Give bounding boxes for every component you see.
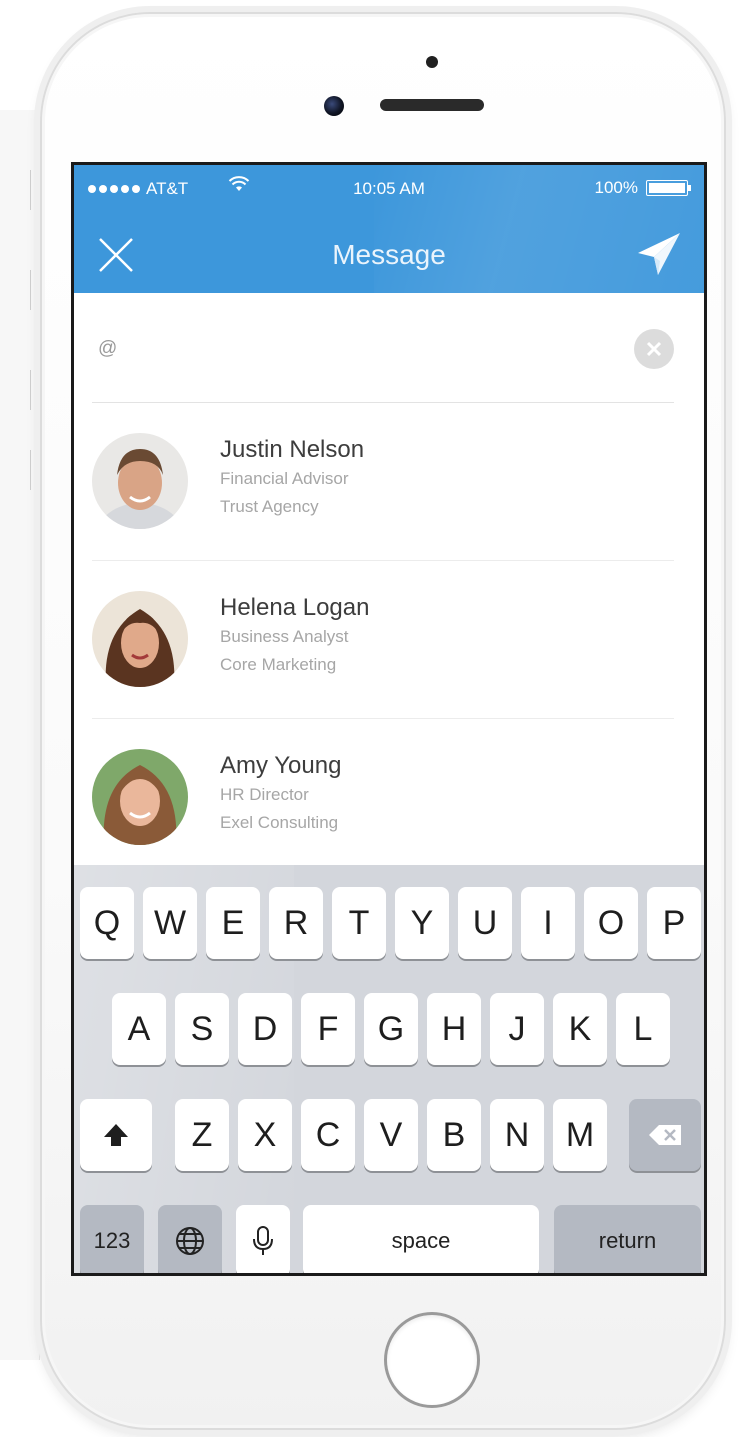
contact-title: HR Director	[220, 785, 309, 804]
key-d[interactable]: D	[238, 993, 292, 1065]
home-button[interactable]	[384, 1312, 480, 1408]
front-camera	[324, 96, 344, 116]
proximity-sensor	[426, 56, 438, 68]
key-s[interactable]: S	[175, 993, 229, 1065]
recipient-search	[92, 293, 674, 403]
key-f[interactable]: F	[301, 993, 355, 1065]
page-title: Message	[332, 239, 446, 270]
clear-button[interactable]	[634, 329, 674, 369]
backspace-icon	[649, 1125, 681, 1145]
background-divider	[30, 450, 38, 490]
clear-icon	[646, 341, 662, 357]
key-p[interactable]: P	[647, 887, 701, 959]
background-page-edge	[0, 110, 40, 1360]
battery-percent: 100%	[594, 178, 638, 197]
nav-bar: Message	[74, 209, 704, 293]
key-x[interactable]: X	[238, 1099, 292, 1171]
background-divider	[30, 370, 38, 410]
battery-icon	[646, 180, 691, 196]
contact-company: Exel Consulting	[220, 813, 339, 832]
background-divider	[30, 270, 38, 310]
key-k[interactable]: K	[553, 993, 607, 1065]
keyboard: Q W E R T Y U I O P A S D F G H J K L Z …	[74, 865, 704, 1273]
key-e[interactable]: E	[206, 887, 260, 959]
dictation-key[interactable]	[236, 1205, 290, 1273]
contact-list-item[interactable]: Amy Young HR Director Exel Consulting	[92, 719, 674, 877]
key-h[interactable]: H	[427, 993, 481, 1065]
globe-key[interactable]	[158, 1205, 222, 1273]
shift-icon	[104, 1124, 128, 1146]
return-key[interactable]: return	[554, 1205, 701, 1273]
delete-key[interactable]	[629, 1099, 701, 1171]
key-r[interactable]: R	[269, 887, 323, 959]
contact-company: Trust Agency	[220, 497, 319, 516]
key-z[interactable]: Z	[175, 1099, 229, 1171]
key-v[interactable]: V	[364, 1099, 418, 1171]
key-m[interactable]: M	[553, 1099, 607, 1171]
avatar	[92, 591, 188, 687]
contact-title: Business Analyst	[220, 627, 349, 646]
key-b[interactable]: B	[427, 1099, 481, 1171]
key-o[interactable]: O	[584, 887, 638, 959]
contact-name: Justin Nelson	[220, 436, 365, 463]
recipient-input[interactable]	[98, 331, 598, 367]
send-button[interactable]	[634, 229, 684, 279]
phone-screen: AT&T 10:05 AM 100% Message @ Justin Nels…	[71, 162, 707, 1276]
contact-details: Helena Logan Business Analyst Core Marke…	[220, 593, 369, 679]
background-divider	[30, 170, 38, 210]
microphone-icon	[253, 1226, 273, 1255]
numbers-key[interactable]: 123	[80, 1205, 144, 1273]
paper-plane-icon	[638, 233, 680, 275]
key-w[interactable]: W	[143, 887, 197, 959]
key-t[interactable]: T	[332, 887, 386, 959]
avatar	[92, 433, 188, 529]
key-q[interactable]: Q	[80, 887, 134, 959]
contact-name: Amy Young	[220, 752, 342, 779]
key-u[interactable]: U	[458, 887, 512, 959]
contact-company: Core Marketing	[220, 655, 337, 674]
header: AT&T 10:05 AM 100% Message	[74, 165, 704, 293]
contact-details: Amy Young HR Director Exel Consulting	[220, 751, 341, 837]
battery-status: 100%	[594, 178, 691, 198]
contact-list-item[interactable]: Helena Logan Business Analyst Core Marke…	[92, 561, 674, 719]
avatar	[92, 749, 188, 845]
earpiece-speaker	[380, 99, 484, 111]
globe-icon	[176, 1227, 204, 1255]
key-g[interactable]: G	[364, 993, 418, 1065]
key-i[interactable]: I	[521, 887, 575, 959]
key-j[interactable]: J	[490, 993, 544, 1065]
key-l[interactable]: L	[616, 993, 670, 1065]
contact-title: Financial Advisor	[220, 469, 349, 488]
stage: AT&T 10:05 AM 100% Message @ Justin Nels…	[0, 0, 741, 1437]
key-n[interactable]: N	[490, 1099, 544, 1171]
contact-list-item[interactable]: Justin Nelson Financial Advisor Trust Ag…	[92, 403, 674, 561]
contact-name: Helena Logan	[220, 594, 370, 621]
space-key[interactable]: space	[303, 1205, 539, 1273]
contact-details: Justin Nelson Financial Advisor Trust Ag…	[220, 435, 364, 521]
key-y[interactable]: Y	[395, 887, 449, 959]
shift-key[interactable]	[80, 1099, 152, 1171]
key-c[interactable]: C	[301, 1099, 355, 1171]
status-bar: AT&T 10:05 AM 100%	[74, 165, 704, 209]
key-a[interactable]: A	[112, 993, 166, 1065]
